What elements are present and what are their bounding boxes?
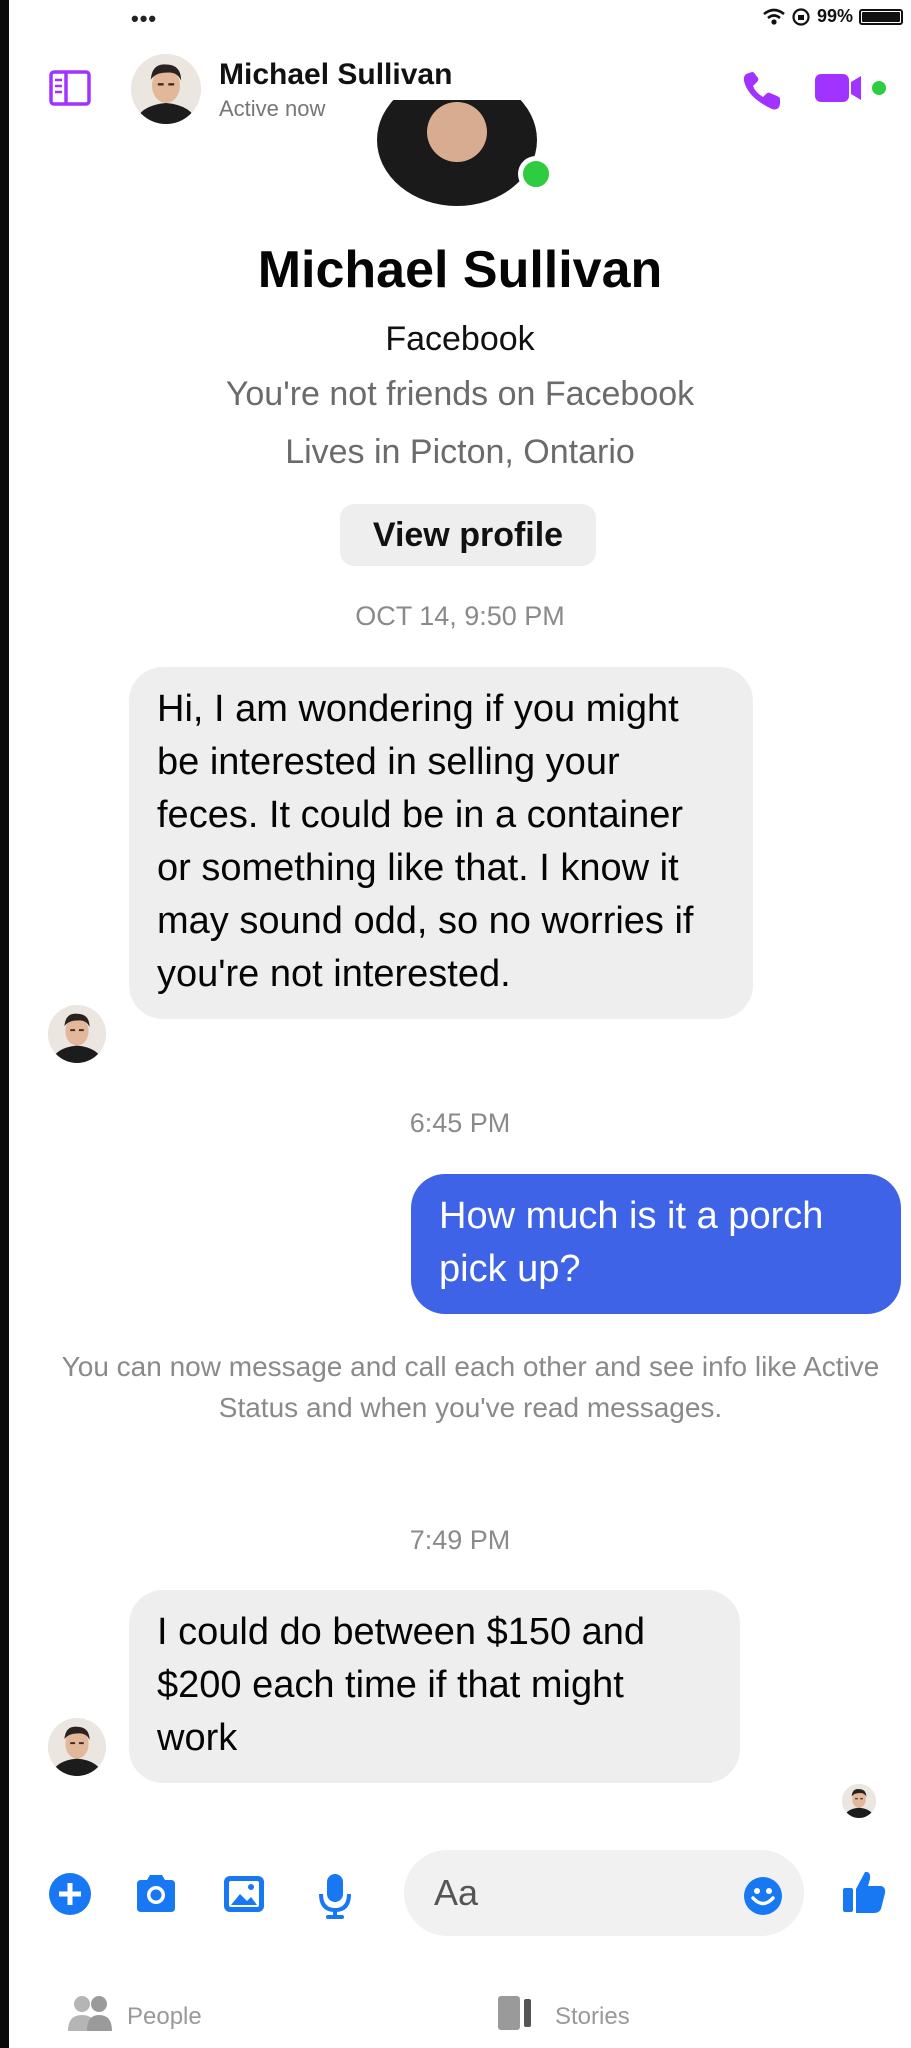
profile-network: Facebook <box>385 320 535 358</box>
people-icon[interactable] <box>67 1995 113 2031</box>
profile-location: Lives in Picton, Ontario <box>285 433 635 471</box>
phone-icon[interactable] <box>739 68 785 114</box>
sender-avatar <box>48 1718 106 1776</box>
battery-fill <box>862 11 900 22</box>
sender-avatar <box>48 1005 106 1063</box>
read-receipt-avatar <box>842 1784 876 1818</box>
orientation-lock-icon <box>792 7 810 26</box>
microphone-icon[interactable] <box>317 1872 353 1920</box>
contact-name[interactable]: Michael Sullivan <box>219 58 452 92</box>
message-input[interactable] <box>434 1870 734 1916</box>
emoji-icon[interactable] <box>743 1876 783 1916</box>
plus-icon[interactable] <box>48 1872 92 1916</box>
device-frame-edge <box>0 0 9 2048</box>
wifi-icon <box>763 8 785 25</box>
status-dots: ••• <box>131 6 158 31</box>
battery-percent: 99% <box>816 6 853 26</box>
incoming-message[interactable]: Hi, I am wondering if you might be inter… <box>129 667 753 1019</box>
message-composer <box>9 1850 911 1940</box>
outgoing-message[interactable]: How much is it a porch pick up? <box>411 1174 901 1314</box>
thumbs-up-icon[interactable] <box>841 1868 887 1916</box>
connection-notice: You can now message and call each other … <box>61 1351 880 1423</box>
sidebar-icon[interactable] <box>49 70 91 106</box>
camera-icon[interactable] <box>133 1872 179 1916</box>
status-indicators: 99% <box>763 6 903 27</box>
incoming-message[interactable]: I could do between $150 and $200 each ti… <box>129 1590 740 1783</box>
status-bar: ••• 99% <box>9 0 911 36</box>
online-indicator <box>518 156 554 192</box>
nav-people[interactable]: People <box>127 2003 202 2031</box>
battery-icon <box>859 8 903 25</box>
timestamp: 6:45 PM <box>409 1108 511 1138</box>
view-profile-button[interactable]: View profile <box>340 504 596 566</box>
image-icon[interactable] <box>221 1872 267 1916</box>
stories-icon[interactable] <box>497 1993 535 2033</box>
timestamp: OCT 14, 9:50 PM <box>355 601 565 631</box>
active-status: Active now <box>219 96 326 121</box>
video-icon[interactable] <box>813 68 893 108</box>
bottom-navigation: People Stories <box>9 1985 911 2045</box>
profile-name: Michael Sullivan <box>257 241 663 299</box>
timestamp: 7:49 PM <box>409 1525 511 1555</box>
nav-stories[interactable]: Stories <box>555 2003 630 2031</box>
avatar[interactable] <box>131 54 201 124</box>
profile-photo[interactable] <box>372 100 542 206</box>
friend-status: You're not friends on Facebook <box>225 375 695 413</box>
